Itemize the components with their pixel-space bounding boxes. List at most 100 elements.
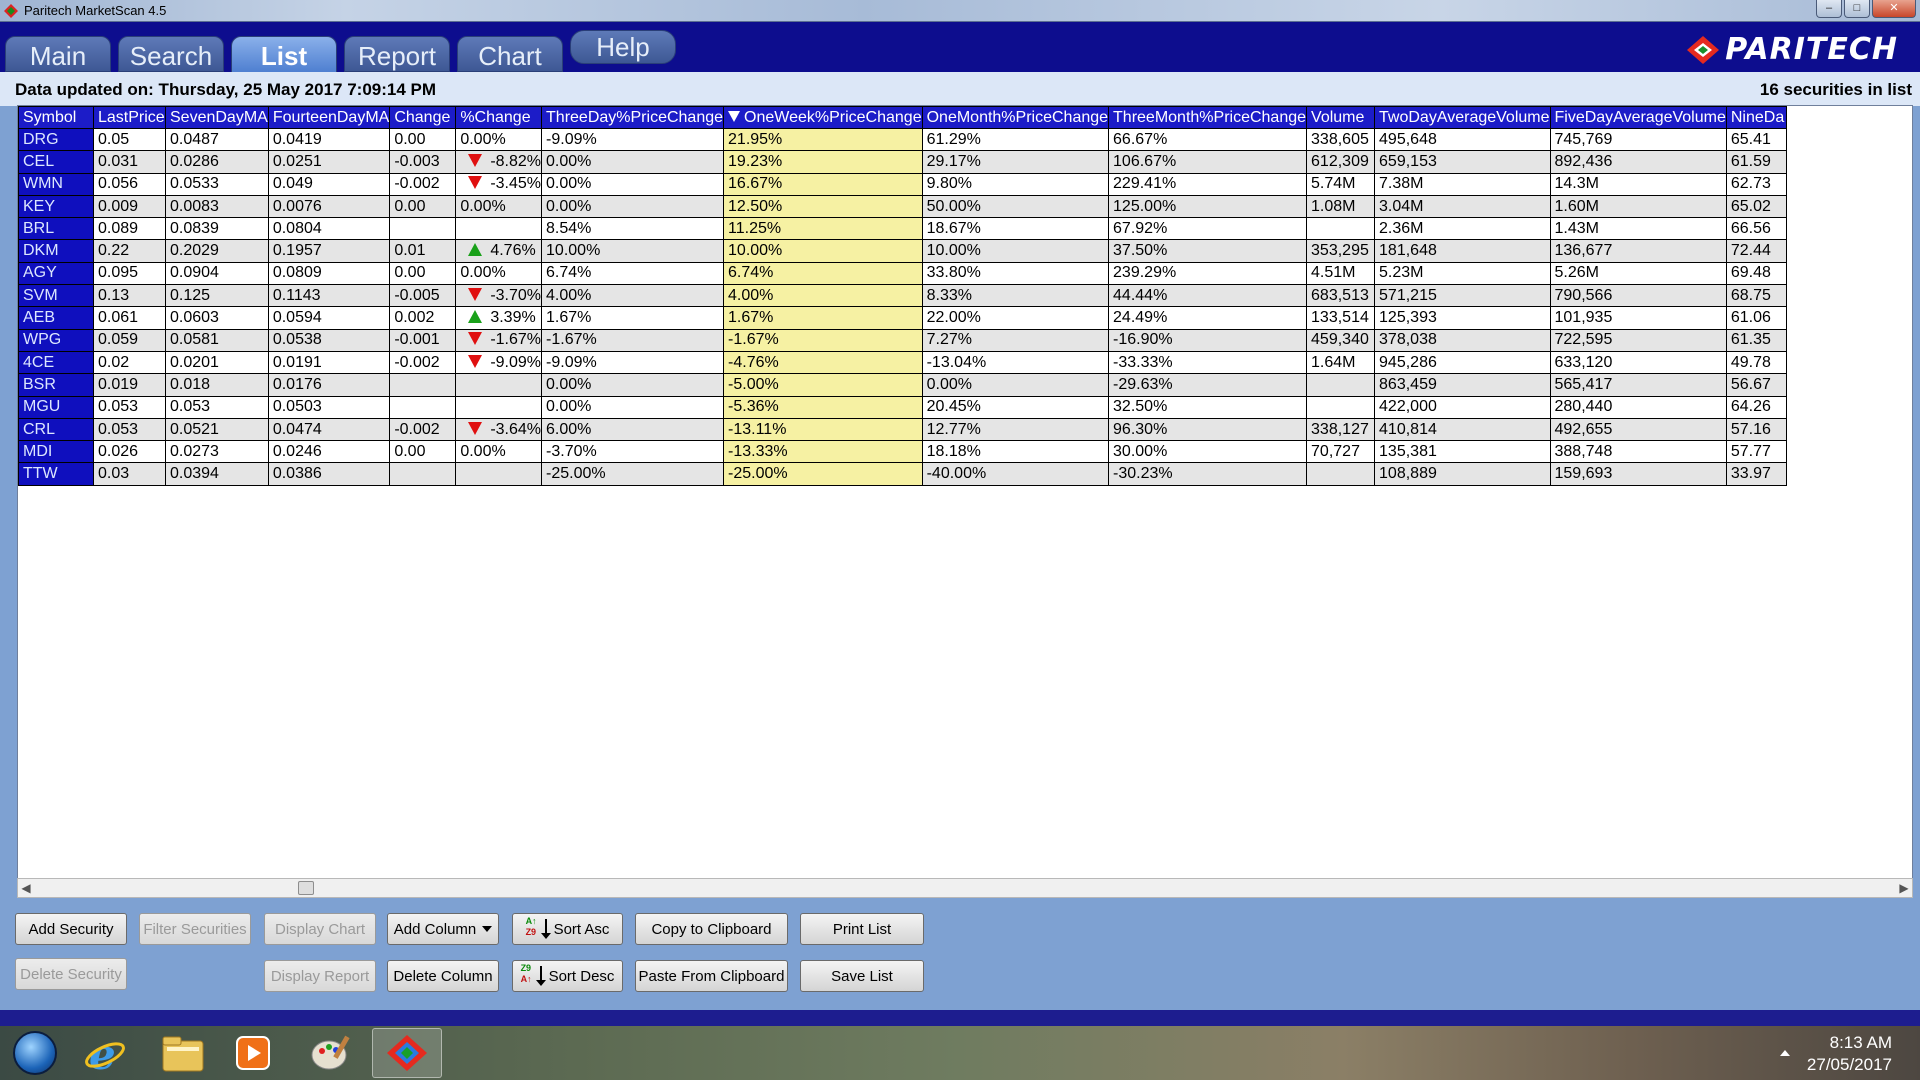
table-row[interactable]: SVM 0.13 0.125 0.1143 -0.005 -3.70% 4.00% 4.00%… — [18, 284, 1787, 308]
table-row[interactable]: CEL 0.031 0.0286 0.0251 -0.003 -8.82% 0.00% 19.… — [18, 150, 1787, 174]
symbol-cell[interactable]: WPG — [18, 328, 94, 352]
print-list-button[interactable]: Print List — [800, 913, 924, 945]
add-security-button[interactable]: Add Security — [15, 913, 127, 945]
symbol-cell[interactable]: AEB — [18, 306, 94, 330]
table-row[interactable]: CRL 0.053 0.0521 0.0474 -0.002 -3.64% 6.00% -13… — [18, 417, 1787, 442]
symbol-cell[interactable]: CRL — [18, 417, 94, 442]
table-row[interactable]: DRG 0.05 0.0487 0.0419 0.00 0.00% -9.09% 21.95%… — [18, 127, 1787, 152]
tab-report[interactable]: Report — [344, 36, 450, 72]
table-row[interactable]: AGY 0.095 0.0904 0.0809 0.00 0.00% 6.74% 6.74% 3… — [18, 261, 1787, 286]
cell-value: 571,215 — [1379, 286, 1437, 304]
display-chart-button[interactable]: Display Chart — [264, 913, 376, 945]
table-row[interactable]: BRL 0.089 0.0839 0.0804 8.54% 11.25% 18.67% 67.… — [18, 217, 1787, 241]
symbol-cell[interactable]: SVM — [18, 284, 94, 308]
copy-to-clipboard-button[interactable]: Copy to Clipboard — [635, 913, 788, 945]
tab-chart[interactable]: Chart — [457, 36, 563, 72]
tab-main[interactable]: Main — [5, 36, 111, 72]
column-header-label: Change — [394, 108, 451, 126]
taskbar-clock[interactable]: 8:13 AM 27/05/2017 — [1807, 1032, 1892, 1076]
add-column-button[interactable]: Add Column — [387, 913, 499, 945]
table-row[interactable]: AEB 0.061 0.0603 0.0594 0.002 3.39% 1.67% 1.67%… — [18, 306, 1787, 330]
paint-icon[interactable] — [296, 1028, 366, 1078]
table-cell: 0.05 — [93, 127, 166, 152]
horizontal-scrollbar[interactable]: ◀ ▶ — [17, 878, 1913, 898]
column-header[interactable]: TwoDayAverageVolume — [1374, 106, 1551, 129]
table-row[interactable]: WMN 0.056 0.0533 0.049 -0.002 -3.45% 0.00% 16.6… — [18, 172, 1787, 196]
delete-column-button[interactable]: Delete Column — [387, 960, 499, 992]
display-report-label: Display Report — [270, 967, 370, 985]
scroll-right-icon[interactable]: ▶ — [1896, 880, 1912, 896]
column-header[interactable]: LastPrice — [93, 106, 166, 129]
cell-value: 0.089 — [98, 219, 139, 237]
securities-grid[interactable]: Symbol LastPrice SevenDayMA FourteenDayMA Ch… — [17, 105, 1913, 898]
symbol-cell[interactable]: BRL — [18, 217, 94, 241]
symbol-cell[interactable]: AGY — [18, 261, 94, 286]
scroll-thumb[interactable] — [298, 881, 314, 895]
column-header[interactable]: NineDa — [1725, 106, 1787, 129]
column-header-label: SevenDayMA — [170, 108, 268, 126]
paste-from-clipboard-button[interactable]: Paste From Clipboard — [635, 960, 788, 992]
table-row[interactable]: KEY 0.009 0.0083 0.0076 0.00 0.00% 0.00% 12.50%… — [18, 194, 1787, 219]
table-row[interactable]: BSR 0.019 0.018 0.0176 0.00% -5.00% 0.00% -29.6… — [18, 373, 1787, 397]
close-button[interactable]: ✕ — [1872, 0, 1916, 18]
table-cell: -5.36% — [723, 395, 923, 419]
table-row[interactable]: WPG 0.059 0.0581 0.0538 -0.001 -1.67% -1.67% -1… — [18, 328, 1787, 352]
column-header[interactable]: ThreeMonth%PriceChange — [1108, 106, 1308, 129]
table-cell: 29.17% — [921, 150, 1110, 174]
table-cell: 0.00% — [541, 172, 725, 196]
file-explorer-icon[interactable] — [148, 1028, 218, 1078]
symbol-cell[interactable]: KEY — [18, 194, 94, 219]
cell-value: 0.0191 — [272, 353, 322, 371]
scroll-left-icon[interactable]: ◀ — [18, 880, 34, 896]
filter-securities-button[interactable]: Filter Securities — [139, 913, 251, 945]
column-header[interactable]: Volume — [1306, 106, 1376, 129]
column-header[interactable]: %Change — [455, 106, 543, 129]
column-header[interactable]: ThreeDay%PriceChange — [541, 106, 725, 129]
table-cell: 0.0251 — [267, 150, 391, 174]
table-cell: 0.0804 — [267, 217, 391, 241]
tab-search[interactable]: Search — [118, 36, 224, 72]
symbol-cell[interactable]: WMN — [18, 172, 94, 196]
column-header[interactable]: OneMonth%PriceChange — [921, 106, 1110, 129]
display-report-button[interactable]: Display Report — [264, 960, 376, 992]
table-row[interactable]: DKM 0.22 0.2029 0.1957 0.01 4.76% 10.00% 10.00%… — [18, 239, 1787, 263]
symbol-cell[interactable]: DKM — [18, 239, 94, 263]
table-cell: 0.009 — [93, 194, 166, 219]
symbol-cell[interactable]: MGU — [18, 395, 94, 419]
table-cell: 0.0076 — [267, 194, 391, 219]
column-header[interactable]: OneWeek%PriceChange — [723, 106, 923, 129]
symbol-cell[interactable]: MDI — [18, 440, 94, 464]
minimize-button[interactable]: – — [1816, 0, 1842, 18]
column-header[interactable]: FiveDayAverageVolume — [1549, 106, 1727, 129]
clock-date: 27/05/2017 — [1806, 1055, 1892, 1074]
symbol-cell[interactable]: BSR — [18, 373, 94, 397]
delete-security-button[interactable]: Delete Security — [15, 958, 127, 990]
table-cell: 459,340 — [1306, 328, 1376, 352]
start-orb-icon[interactable] — [0, 1028, 70, 1078]
cell-value: 0.053 — [98, 398, 139, 416]
table-row[interactable]: MDI 0.026 0.0273 0.0246 0.00 0.00% -3.70% -13.3… — [18, 440, 1787, 464]
symbol-cell[interactable]: DRG — [18, 127, 94, 152]
tray-expand-icon[interactable] — [1780, 1050, 1790, 1056]
table-row[interactable]: TTW 0.03 0.0394 0.0386 -25.00% -25.00% -40.00%… — [18, 462, 1787, 486]
symbol-cell[interactable]: 4CE — [18, 350, 94, 375]
column-header[interactable]: Change — [389, 106, 457, 129]
sort-desc-button[interactable]: Z9 A↑ Sort Desc — [512, 960, 623, 992]
symbol-cell[interactable]: TTW — [18, 462, 94, 486]
column-header[interactable]: SevenDayMA — [165, 106, 269, 129]
tab-list[interactable]: List — [231, 36, 337, 74]
table-row[interactable]: MGU 0.053 0.053 0.0503 0.00% -5.36% 20.45% 32.5… — [18, 395, 1787, 419]
column-header[interactable]: FourteenDayMA — [267, 106, 391, 129]
cell-value: 32.50% — [1113, 398, 1168, 416]
sort-asc-button[interactable]: A↑ Z9 Sort Asc — [512, 913, 623, 945]
tab-help[interactable]: Help — [570, 30, 676, 64]
maximize-button[interactable]: □ — [1844, 0, 1870, 18]
table-row[interactable]: 4CE 0.02 0.0201 0.0191 -0.002 -9.09% -9.09% -4.… — [18, 350, 1787, 375]
paritech-taskbar-icon[interactable] — [372, 1028, 442, 1078]
media-player-icon[interactable] — [218, 1028, 288, 1078]
save-list-button[interactable]: Save List — [800, 960, 924, 992]
internet-explorer-icon[interactable]: e — [70, 1028, 140, 1078]
symbol-cell[interactable]: CEL — [18, 150, 94, 174]
column-header[interactable]: Symbol — [18, 106, 94, 129]
cell-value: 2.36M — [1379, 219, 1424, 237]
